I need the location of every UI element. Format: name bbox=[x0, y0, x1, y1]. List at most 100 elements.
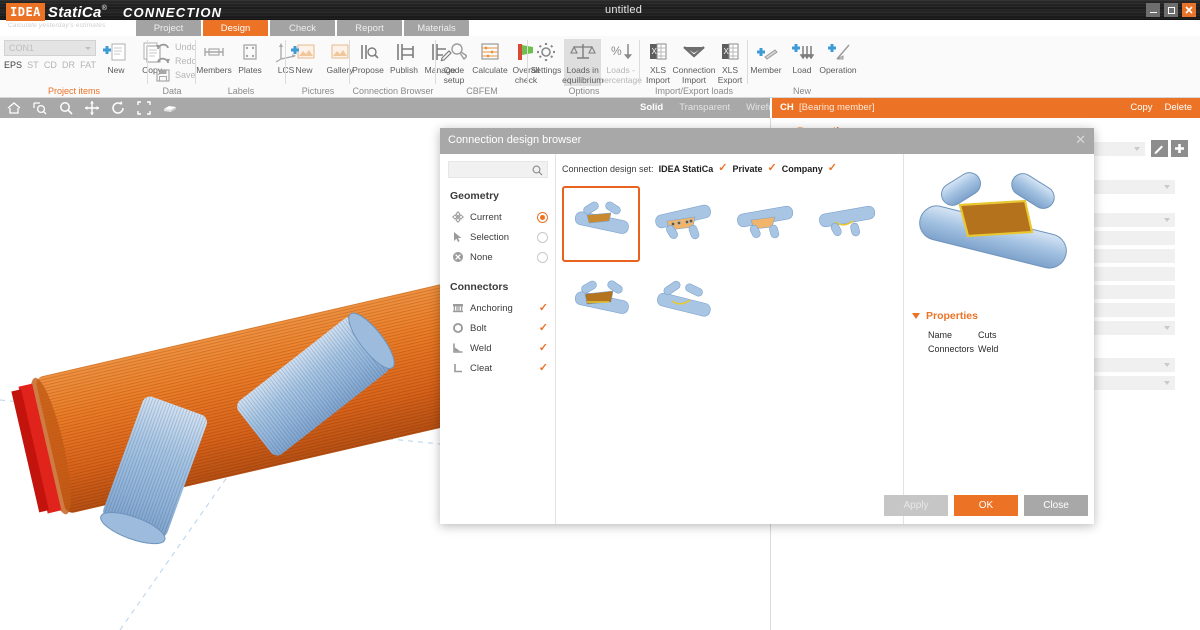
code-setup-button[interactable]: Code setup bbox=[436, 39, 472, 86]
calculate-button[interactable]: Calculate bbox=[472, 39, 508, 77]
ok-button[interactable]: OK bbox=[954, 495, 1018, 516]
design-set-check-company[interactable]: ✓ bbox=[828, 163, 837, 174]
code-eps[interactable]: EPS bbox=[4, 60, 22, 70]
connector-check-cleat[interactable]: ✓ bbox=[539, 363, 548, 374]
loads-percentage-button[interactable]: % Loads - percentage bbox=[601, 39, 640, 86]
design-set-source-private[interactable]: Private bbox=[732, 164, 762, 174]
minimize-button[interactable] bbox=[1146, 3, 1160, 17]
design-set-check-idea[interactable]: ✓ bbox=[718, 163, 727, 174]
dialog-close-icon[interactable]: ✕ bbox=[1075, 132, 1086, 148]
home-icon[interactable] bbox=[6, 100, 22, 116]
close-button[interactable] bbox=[1182, 3, 1196, 17]
tab-design[interactable]: Design bbox=[203, 20, 268, 36]
sidebar-edit-button[interactable] bbox=[1151, 140, 1168, 157]
code-st[interactable]: ST bbox=[27, 60, 39, 70]
ribbon-group-connection-browser: Propose Publish Manage Connection Browse… bbox=[350, 36, 436, 98]
connector-check-anchoring[interactable]: ✓ bbox=[539, 303, 548, 314]
window-title: untitled bbox=[605, 4, 642, 16]
tab-materials[interactable]: Materials bbox=[404, 20, 469, 36]
geometry-option-current-label: Current bbox=[470, 212, 537, 223]
member-name: [Bearing member] bbox=[799, 102, 875, 113]
members-label-button[interactable]: Members bbox=[196, 39, 232, 77]
propose-button[interactable]: Propose bbox=[350, 39, 386, 77]
xls-export-button[interactable]: X XLS Export bbox=[712, 39, 748, 86]
xls-export-icon: X bbox=[717, 40, 743, 64]
tab-check[interactable]: Check bbox=[270, 20, 335, 36]
code-cd[interactable]: CD bbox=[44, 60, 57, 70]
geometry-option-none[interactable]: None bbox=[450, 247, 548, 267]
new-picture-button[interactable]: New bbox=[286, 39, 322, 77]
render-mode-transparent[interactable]: Transparent bbox=[679, 102, 730, 113]
connector-check-bolt[interactable]: ✓ bbox=[539, 323, 548, 334]
design-thumb-4[interactable] bbox=[808, 186, 886, 262]
apply-button[interactable]: Apply bbox=[884, 495, 948, 516]
add-operation-button[interactable]: Operation bbox=[820, 39, 856, 77]
redo-icon bbox=[154, 54, 172, 68]
project-item-combo[interactable]: CON1 bbox=[4, 40, 96, 56]
undo-button[interactable]: Undo bbox=[154, 40, 197, 54]
preview-properties-header[interactable]: Properties bbox=[912, 310, 978, 322]
pencil-icon bbox=[1154, 143, 1165, 154]
calculate-icon bbox=[477, 40, 503, 64]
loads-in-equilibrium-button[interactable]: Loads in equilibrium bbox=[564, 39, 601, 86]
zoom-window-icon[interactable] bbox=[32, 100, 48, 116]
zoom-icon[interactable] bbox=[58, 100, 74, 116]
design-thumb-5[interactable] bbox=[562, 266, 640, 342]
ribbon-group-data: Undo Redo Save Data bbox=[148, 36, 196, 98]
design-thumb-2[interactable] bbox=[644, 186, 722, 262]
ribbon-tabs: Project Design Check Report Materials bbox=[136, 20, 469, 36]
design-thumb-1[interactable] bbox=[562, 186, 640, 262]
plates-label-button[interactable]: Plates bbox=[232, 39, 268, 77]
tab-report[interactable]: Report bbox=[337, 20, 402, 36]
brand-tagline: Calculate yesterday's estimates bbox=[8, 22, 105, 29]
connector-check-weld[interactable]: ✓ bbox=[539, 343, 548, 354]
design-thumb-3-image bbox=[731, 194, 799, 254]
add-load-icon bbox=[789, 40, 815, 64]
add-member-button[interactable]: Member bbox=[748, 39, 784, 77]
pan-icon[interactable] bbox=[84, 100, 100, 116]
redo-button[interactable]: Redo bbox=[154, 54, 197, 68]
publish-icon bbox=[391, 40, 417, 64]
sidebar-add-button[interactable] bbox=[1171, 140, 1188, 157]
add-load-button[interactable]: Load bbox=[784, 39, 820, 77]
box-view-icon[interactable] bbox=[162, 100, 178, 116]
connector-option-cleat[interactable]: Cleat ✓ bbox=[450, 358, 548, 378]
preview-properties-table: Name Cuts Connectors Weld bbox=[926, 328, 1000, 358]
design-thumb-1-image bbox=[567, 194, 635, 254]
connection-import-button[interactable]: Connection Import bbox=[676, 39, 712, 86]
xls-import-button[interactable]: X XLS Import bbox=[640, 39, 676, 86]
geometry-radio-current[interactable] bbox=[537, 212, 548, 223]
design-set-source-idea[interactable]: IDEA StatiCa bbox=[659, 164, 714, 174]
design-thumb-3[interactable] bbox=[726, 186, 804, 262]
design-search-input[interactable] bbox=[449, 165, 527, 180]
design-set-source-company[interactable]: Company bbox=[782, 164, 823, 174]
new-project-item-button[interactable]: New bbox=[98, 39, 134, 77]
publish-button[interactable]: Publish bbox=[386, 39, 422, 77]
geometry-radio-selection[interactable] bbox=[537, 232, 548, 243]
design-thumb-6[interactable] bbox=[644, 266, 722, 342]
design-search-box[interactable] bbox=[448, 161, 548, 178]
member-copy-action[interactable]: Copy bbox=[1130, 102, 1152, 113]
geometry-radio-none[interactable] bbox=[537, 252, 548, 263]
tab-project[interactable]: Project bbox=[136, 20, 201, 36]
member-delete-action[interactable]: Delete bbox=[1165, 102, 1192, 113]
rotate-icon[interactable] bbox=[110, 100, 126, 116]
code-dr[interactable]: DR bbox=[62, 60, 75, 70]
geometry-option-selection[interactable]: Selection bbox=[450, 227, 548, 247]
geometry-option-current[interactable]: Current bbox=[450, 207, 548, 227]
design-set-check-private[interactable]: ✓ bbox=[768, 163, 777, 174]
code-fat[interactable]: FAT bbox=[80, 60, 96, 70]
save-button[interactable]: Save bbox=[154, 68, 197, 82]
connector-option-anchoring[interactable]: Anchoring ✓ bbox=[450, 298, 548, 318]
propose-label: Propose bbox=[352, 66, 384, 76]
connector-option-weld[interactable]: Weld ✓ bbox=[450, 338, 548, 358]
svg-text:%: % bbox=[611, 44, 622, 58]
settings-button[interactable]: Settings bbox=[528, 39, 564, 77]
close-button-dialog[interactable]: Close bbox=[1024, 495, 1088, 516]
maximize-button[interactable] bbox=[1164, 3, 1178, 17]
ribbon-group-title-project-items: Project items bbox=[0, 86, 148, 96]
design-preview[interactable] bbox=[910, 160, 1088, 290]
connector-option-bolt[interactable]: Bolt ✓ bbox=[450, 318, 548, 338]
fit-all-icon[interactable] bbox=[136, 100, 152, 116]
render-mode-solid[interactable]: Solid bbox=[640, 102, 663, 113]
